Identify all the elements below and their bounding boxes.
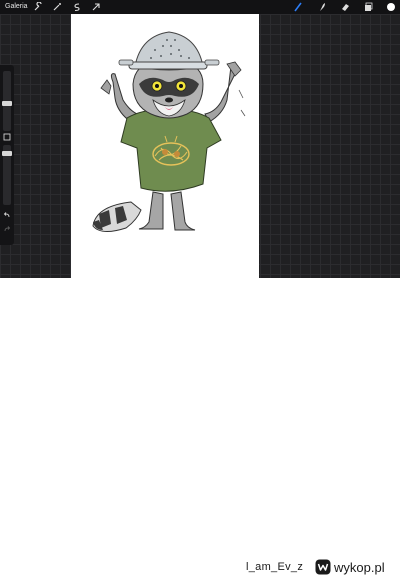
raccoon-left-leg bbox=[138, 191, 164, 230]
smudge-icon[interactable] bbox=[317, 2, 327, 12]
green-tshirt bbox=[120, 109, 222, 192]
eraser-icon[interactable] bbox=[340, 2, 350, 12]
top-toolbar: Galeria bbox=[0, 0, 400, 14]
wykop-logo-icon bbox=[315, 559, 331, 575]
wrench-icon[interactable] bbox=[33, 2, 43, 12]
color-swatch-icon[interactable] bbox=[386, 2, 396, 12]
transform-arrow-icon[interactable] bbox=[91, 2, 101, 12]
watermark-bar: l_am_Ev_z wykop.pl bbox=[0, 278, 400, 575]
motion-lines bbox=[238, 89, 246, 117]
colander-hat bbox=[118, 31, 220, 71]
raccoon-illustration bbox=[92, 31, 246, 232]
brush-icon[interactable] bbox=[293, 2, 303, 12]
brush-size-knob[interactable] bbox=[2, 101, 12, 106]
selection-s-icon[interactable] bbox=[72, 2, 82, 12]
wykop-brand-text: wykop.pl bbox=[334, 559, 385, 575]
raccoon-right-leg bbox=[170, 191, 196, 231]
raccoon-right-arm bbox=[204, 65, 236, 123]
modify-button[interactable] bbox=[3, 133, 11, 141]
procreate-app: Galeria bbox=[0, 0, 400, 278]
raccoon-tail bbox=[92, 201, 142, 232]
undo-icon[interactable] bbox=[3, 211, 11, 219]
username-label: l_am_Ev_z bbox=[246, 561, 304, 573]
side-toolbar bbox=[0, 65, 14, 245]
redo-icon[interactable] bbox=[3, 225, 11, 233]
gallery-button[interactable]: Galeria bbox=[5, 2, 28, 12]
magic-wand-icon[interactable] bbox=[52, 2, 62, 12]
opacity-knob[interactable] bbox=[2, 151, 12, 156]
wykop-logo: wykop.pl bbox=[315, 559, 385, 575]
drawing-canvas[interactable] bbox=[71, 14, 259, 278]
layers-icon[interactable] bbox=[363, 2, 373, 12]
